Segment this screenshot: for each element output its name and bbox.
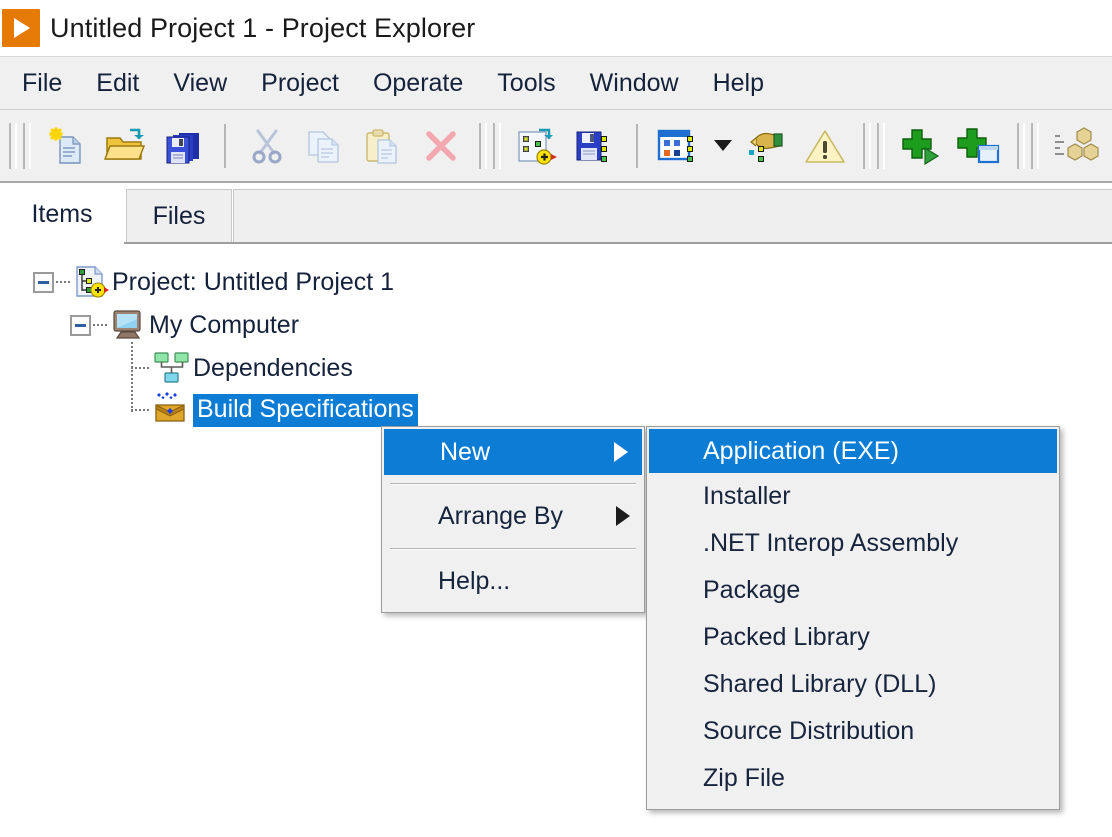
tree-dash-project xyxy=(56,281,70,283)
tab-files-label: Files xyxy=(152,202,206,230)
window-title: Untitled Project 1 - Project Explorer xyxy=(50,12,476,43)
submenu-item-installer[interactable]: Installer xyxy=(647,473,1059,520)
new-vi-icon[interactable] xyxy=(512,121,562,171)
project-icon xyxy=(70,264,112,300)
menu-bar: File Edit View Project Operate Tools Win… xyxy=(0,56,1112,110)
save-project-icon[interactable] xyxy=(570,121,620,171)
submenu-item-application-exe[interactable]: Application (EXE) xyxy=(649,429,1057,473)
submenu-item-net-interop-assembly[interactable]: .NET Interop Assembly xyxy=(647,520,1059,567)
submenu-item-net-interop-assembly-label: .NET Interop Assembly xyxy=(703,529,959,557)
save-all-icon[interactable] xyxy=(158,121,208,171)
context-menu-item-help-label: Help... xyxy=(438,566,511,595)
delete-x-icon xyxy=(416,121,466,171)
warning-triangle-icon[interactable] xyxy=(800,121,850,171)
build-hand-icon[interactable] xyxy=(742,121,792,171)
submenu-arrow-new-icon xyxy=(614,442,628,462)
labview-run-icon xyxy=(2,9,40,47)
tab-items-label: Items xyxy=(31,199,93,228)
title-bar: Untitled Project 1 - Project Explorer xyxy=(0,0,1112,56)
submenu-arrow-arrange-by-icon xyxy=(616,506,630,526)
tab-active-gap xyxy=(0,242,124,244)
tab-items[interactable]: Items xyxy=(0,185,124,243)
tab-files[interactable]: Files xyxy=(126,189,232,243)
copy-icon xyxy=(300,121,350,171)
toolbar-grip-4[interactable] xyxy=(1014,122,1042,169)
menu-item-window[interactable]: Window xyxy=(573,69,696,98)
submenu-item-zip-file-label: Zip File xyxy=(703,764,785,792)
submenu-item-packed-library[interactable]: Packed Library xyxy=(647,614,1059,661)
expander-project[interactable] xyxy=(33,271,54,293)
project-explorer-window: Untitled Project 1 - Project Explorer Fi… xyxy=(0,0,1112,837)
menu-item-view[interactable]: View xyxy=(156,69,244,98)
context-menu-item-new[interactable]: New xyxy=(384,429,642,475)
expander-my-computer[interactable] xyxy=(70,314,91,336)
tree-label-project: Project: Untitled Project 1 xyxy=(112,267,395,296)
tree-label-build-specifications: Build Specifications xyxy=(193,393,418,427)
open-folder-icon[interactable] xyxy=(100,121,150,171)
add-run-icon[interactable] xyxy=(896,121,946,171)
build-specifications-icon xyxy=(151,392,193,428)
submenu-item-application-exe-label: Application (EXE) xyxy=(703,436,899,465)
submenu-item-packed-library-label: Packed Library xyxy=(703,623,870,651)
project-view-icon[interactable] xyxy=(654,121,704,171)
submenu-item-installer-label: Installer xyxy=(703,482,791,510)
tab-strip-filler xyxy=(233,189,1112,243)
toolbar-grip-1[interactable] xyxy=(6,122,34,169)
tree-dash-my-computer xyxy=(93,324,107,326)
menu-item-project[interactable]: Project xyxy=(244,69,356,98)
new-file-icon[interactable] xyxy=(42,121,92,171)
toolbar xyxy=(0,110,1112,183)
menu-item-file[interactable]: File xyxy=(5,69,79,98)
add-window-icon[interactable] xyxy=(954,121,1004,171)
my-computer-icon xyxy=(107,307,149,343)
toolbar-grip-3[interactable] xyxy=(860,122,888,169)
submenu-item-shared-library-dll-label: Shared Library (DLL) xyxy=(703,670,937,698)
submenu-item-source-distribution[interactable]: Source Distribution xyxy=(647,708,1059,755)
cut-scissors-icon xyxy=(242,121,292,171)
tab-underline xyxy=(0,242,1112,244)
tree-label-my-computer: My Computer xyxy=(149,310,300,339)
menu-item-help[interactable]: Help xyxy=(696,69,781,98)
submenu-item-package-label: Package xyxy=(703,576,801,604)
menu-item-edit[interactable]: Edit xyxy=(79,69,156,98)
tab-strip: Files Items xyxy=(0,185,1112,247)
tree-row-my-computer[interactable]: My Computer xyxy=(70,305,299,345)
menu-item-tools[interactable]: Tools xyxy=(480,69,572,98)
tree-row-project[interactable]: Project: Untitled Project 1 xyxy=(33,262,394,302)
tree-row-dependencies[interactable]: Dependencies xyxy=(131,348,353,388)
list-blocks-icon[interactable] xyxy=(1050,121,1100,171)
new-submenu: Application (EXE) Installer .NET Interop… xyxy=(646,426,1060,810)
dependencies-icon xyxy=(151,350,193,386)
context-menu-item-help[interactable]: Help... xyxy=(382,558,644,604)
tree-dash-build-specifications xyxy=(131,409,151,411)
context-menu-item-arrange-by-label: Arrange By xyxy=(438,501,564,530)
tree-dash-dependencies xyxy=(131,367,151,369)
submenu-item-shared-library-dll[interactable]: Shared Library (DLL) xyxy=(647,661,1059,708)
submenu-item-zip-file[interactable]: Zip File xyxy=(647,755,1059,802)
menu-item-operate[interactable]: Operate xyxy=(356,69,480,98)
paste-icon xyxy=(358,121,408,171)
context-menu: New Arrange By Help... xyxy=(381,426,645,613)
context-menu-item-arrange-by[interactable]: Arrange By xyxy=(382,493,644,539)
context-menu-item-new-label: New xyxy=(440,437,491,466)
submenu-item-package[interactable]: Package xyxy=(647,567,1059,614)
tree-label-dependencies: Dependencies xyxy=(193,353,353,382)
tree-row-build-specifications[interactable]: Build Specifications xyxy=(131,390,418,430)
toolbar-separator-1 xyxy=(224,123,226,168)
toolbar-separator-2 xyxy=(636,123,638,168)
submenu-item-source-distribution-label: Source Distribution xyxy=(703,717,915,745)
context-menu-separator-1 xyxy=(390,483,636,485)
toolbar-grip-2[interactable] xyxy=(476,122,504,169)
dropdown-caret-icon[interactable] xyxy=(710,121,736,171)
context-menu-separator-2 xyxy=(390,548,636,550)
list-block-single-icon[interactable] xyxy=(1108,121,1112,171)
